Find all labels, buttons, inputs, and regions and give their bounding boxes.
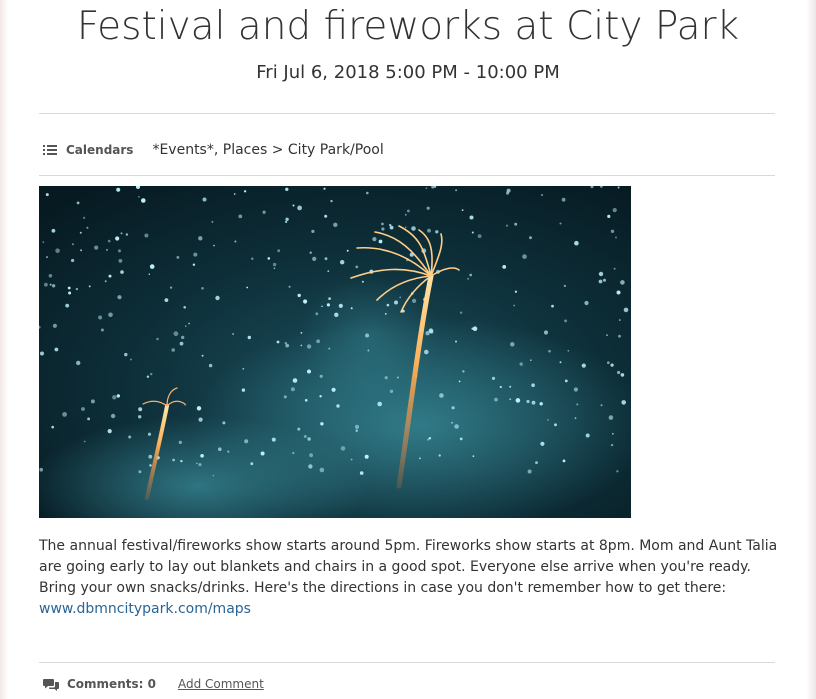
comments-icon xyxy=(43,678,59,691)
event-description: The annual festival/fireworks show start… xyxy=(39,536,783,620)
calendars-label: Calendars xyxy=(66,143,134,157)
fireworks-photo xyxy=(39,186,631,518)
directions-link[interactable]: www.dbmncitypark.com/maps xyxy=(39,601,251,617)
comments-row: Comments: 0 Add Comment xyxy=(43,674,264,694)
divider xyxy=(39,662,775,663)
list-icon xyxy=(43,145,57,155)
event-page: Festival and fireworks at City Park Fri … xyxy=(8,0,806,699)
divider xyxy=(39,113,775,114)
event-title: Festival and fireworks at City Park xyxy=(76,4,740,49)
calendars-value: *Events*, Places > City Park/Pool xyxy=(152,142,384,158)
add-comment-link[interactable]: Add Comment xyxy=(178,677,264,691)
description-text: The annual festival/fireworks show start… xyxy=(39,538,778,596)
comments-count: Comments: 0 xyxy=(67,677,156,691)
divider xyxy=(39,175,775,176)
event-datetime: Fri Jul 6, 2018 5:00 PM - 10:00 PM xyxy=(256,62,560,83)
calendars-row: Calendars *Events*, Places > City Park/P… xyxy=(43,139,384,161)
